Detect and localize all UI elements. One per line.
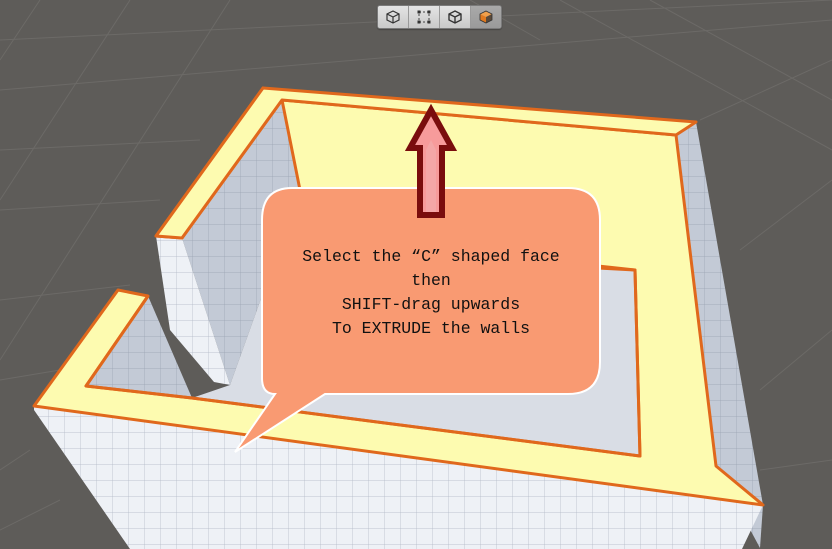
cube-outline-icon (386, 10, 400, 24)
arrow-highlight (426, 140, 436, 212)
callout-text: Select the “C” shaped face then SHIFT-dr… (262, 245, 600, 341)
face-mode-button[interactable] (471, 6, 501, 28)
selection-mode-toolbar (377, 5, 502, 29)
callout-line-3: SHIFT-drag upwards (341, 295, 521, 314)
vertex-select-icon (417, 10, 431, 24)
callout-line-4: To EXTRUDE the walls (331, 319, 531, 338)
cube-edge-icon (448, 10, 462, 24)
vertex-mode-button[interactable] (409, 6, 440, 28)
callout-line-2: then (411, 271, 451, 290)
cube-face-icon (479, 10, 493, 24)
callout-line-1: Select the “C” shaped face (302, 247, 560, 266)
object-mode-button[interactable] (378, 6, 409, 28)
edge-mode-button[interactable] (440, 6, 471, 28)
